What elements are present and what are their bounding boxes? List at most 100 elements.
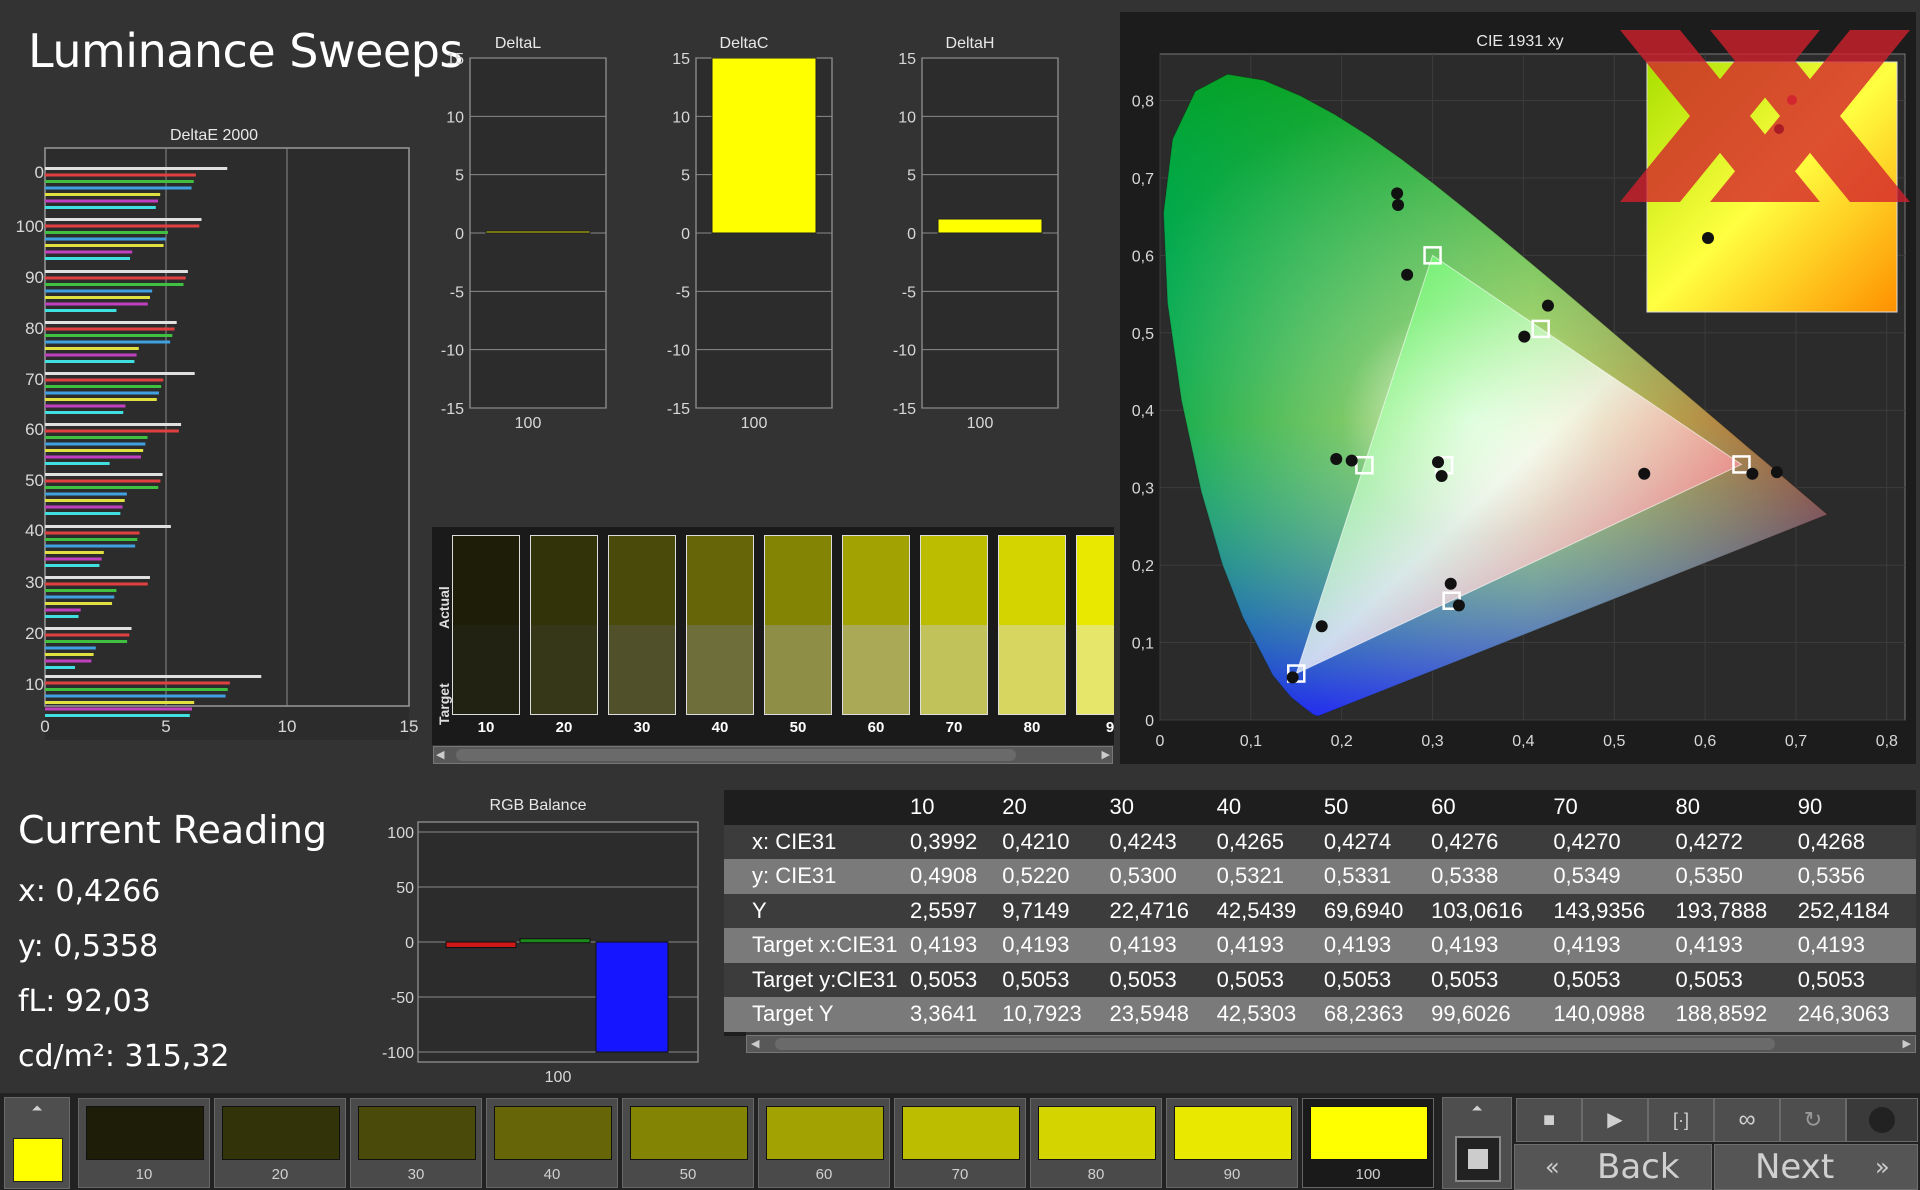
deltae-bar [45,551,104,554]
table-scroll-thumb[interactable] [775,1038,1775,1050]
table-cell: 0,5053 [1549,962,1672,997]
deltae-bar [45,302,148,306]
patch-swatch [902,1106,1020,1160]
swatch-label: 50 [789,719,807,736]
current-color-swatch [13,1138,63,1182]
cie-measured-point [1452,599,1465,612]
cie-xtick: 0,1 [1240,733,1262,750]
color-patch-tile[interactable]: 90 [1166,1098,1298,1188]
refresh-icon: ↻ [1803,1107,1823,1132]
color-patch-tile[interactable]: 100 [1302,1098,1434,1188]
deltae-bar [45,564,100,567]
target-swatch [453,625,519,714]
patch-swatch [358,1106,476,1160]
deltae-ytick: 10 [25,675,44,694]
table-cell: 0,5053 [998,962,1106,997]
record-icon [1869,1107,1895,1133]
deltae-bar [45,589,117,592]
color-patch-tile[interactable]: 60 [758,1098,890,1188]
stop-button[interactable] [1455,1136,1501,1182]
cie-chart: CIE 1931 xy 0 0,1 0,2 0,3 0,4 0,5 0,6 0,7 0,8 0 0… [1120,12,1916,764]
table-cell: 0,5053 [1427,962,1550,997]
cie-xtick: 0,8 [1876,733,1898,750]
record-button[interactable] [1846,1098,1918,1142]
color-patch-tile[interactable]: 10 [78,1098,210,1188]
loop-button[interactable]: ∞ [1714,1098,1780,1142]
swatch-label: 40 [711,719,729,736]
rgb-balance-chart: RGB Balance 100 50 0 -50 -100 100 [382,797,699,1086]
chevron-up-icon[interactable]: ⏶ [1443,1100,1511,1117]
table-cell: 0,4193 [1105,928,1213,963]
color-patch-tile[interactable]: 40 [486,1098,618,1188]
deltae-xtick: 10 [278,717,297,736]
stop-measure-button[interactable]: ■ [1516,1098,1582,1142]
scroll-left-icon[interactable]: ◀ [751,1037,759,1050]
color-patch-tile[interactable]: 50 [622,1098,754,1188]
table-cell: 0,4193 [906,928,999,963]
cie-xtick: 0,5 [1603,733,1625,750]
deltae-bar [45,411,124,414]
table-cell: 0,5349 [1549,859,1672,894]
deltae-bar [45,694,226,698]
deltae-bar [45,442,146,446]
deltae-ytick: 90 [25,268,44,287]
table-row: Target y:CIE31 0,5053 0,5053 0,5053 0,5053 0,… [724,962,1916,997]
step-button[interactable]: [·] [1648,1098,1714,1142]
color-patch-tile[interactable]: 70 [894,1098,1026,1188]
table-cell: 252,4184 [1793,893,1916,928]
refresh-button[interactable]: ↻ [1780,1098,1846,1142]
swatch-pair [920,535,988,715]
swatch-label: 60 [867,719,885,736]
patch-label: 10 [135,1166,153,1183]
color-patch-tile[interactable]: 20 [214,1098,346,1188]
scroll-left-icon[interactable]: ◀ [436,748,444,761]
table-cell: 0,5053 [1105,962,1213,997]
stop-panel[interactable]: ⏶ [1442,1097,1512,1189]
scroll-right-icon[interactable]: ▶ [1903,1037,1911,1050]
swatch-scrollbar[interactable]: ◀ ▶ [433,746,1113,764]
table-column-header: 60 [1427,790,1550,825]
deltae-bar [45,180,194,183]
play-button[interactable]: ▶ [1582,1098,1648,1142]
swatch-scroll-thumb[interactable] [456,749,1016,761]
actual-swatch [843,536,909,625]
deltae-bar [45,576,150,579]
rgb-balance-title: RGB Balance [490,797,587,814]
table-cell: 0,4193 [1793,928,1916,963]
patch-swatch [86,1106,204,1160]
table-scrollbar[interactable]: ◀ ▶ [746,1035,1916,1053]
color-patch-tile[interactable]: 30 [350,1098,482,1188]
swatch-label: 20 [555,719,573,736]
chevron-up-icon[interactable]: ⏶ [5,1100,69,1117]
swatch-comparison-panel: Actual Target 10 20 30 40 50 60 70 80 9 [432,527,1114,745]
current-x-value: x: 0,4266 [18,874,161,909]
cie-measured-point [1345,454,1358,467]
deltae-bar [45,186,192,190]
cie-xtick: 0,7 [1785,733,1807,750]
table-cell: 0,4210 [998,824,1106,859]
target-swatch [1077,625,1114,714]
cie-measured-point [1746,467,1759,480]
step-icon: [·] [1673,1110,1689,1130]
cie-measured-point [1391,187,1404,200]
swatch-pair [1076,535,1114,715]
table-cell: 10,7923 [998,997,1106,1032]
table-cell: 23,5948 [1105,997,1213,1032]
patch-label: 20 [271,1166,289,1183]
patch-label: 50 [679,1166,697,1183]
scroll-right-icon[interactable]: ▶ [1102,748,1110,761]
color-patch-tile[interactable]: 80 [1030,1098,1162,1188]
deltae-ytick: 80 [25,319,44,338]
deltae-bar [45,321,177,324]
delta-bar [937,218,1043,234]
back-button[interactable]: « Back [1514,1144,1712,1190]
deltae-ytick: 40 [25,521,44,540]
next-button[interactable]: Next » [1714,1144,1918,1190]
actual-swatch [999,536,1065,625]
current-color-preview[interactable]: ⏶ [4,1097,70,1189]
table-cell: 2,5597 [906,893,999,928]
stop-icon [1468,1149,1488,1169]
delta-ytick: 15 [672,51,690,68]
cie-xtick: 0,2 [1331,733,1353,750]
delta-ytick: -5 [676,284,690,301]
